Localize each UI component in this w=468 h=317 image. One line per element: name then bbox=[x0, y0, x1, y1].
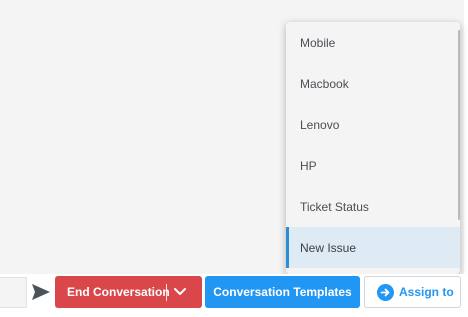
dropdown-item-ticket-status[interactable]: Ticket Status bbox=[286, 186, 460, 227]
end-conversation-menu-toggle[interactable] bbox=[172, 285, 188, 299]
templates-dropdown-menu[interactable]: Mobile Macbook Lenovo HP Ticket Status N… bbox=[286, 22, 460, 274]
dropdown-item-new-issue[interactable]: New Issue bbox=[286, 227, 460, 268]
dropdown-item-label: Macbook bbox=[300, 76, 349, 91]
dropdown-item-label: Mobile bbox=[300, 35, 336, 50]
assign-to-button[interactable]: Assign to bbox=[364, 276, 461, 308]
send-icon bbox=[32, 284, 50, 300]
conversation-templates-button[interactable]: Conversation Templates bbox=[205, 276, 360, 308]
dropdown-item-label: New Issue bbox=[300, 240, 357, 255]
dropdown-item-label: HP bbox=[300, 158, 317, 173]
assign-to-label: Assign to bbox=[399, 285, 454, 299]
button-divider bbox=[166, 284, 167, 301]
end-conversation-label: End Conversation bbox=[67, 285, 170, 299]
dropdown-item-macbook[interactable]: Macbook bbox=[286, 63, 460, 104]
end-conversation-button[interactable]: End Conversation bbox=[55, 276, 202, 308]
chevron-down-icon bbox=[174, 288, 186, 295]
message-input[interactable] bbox=[0, 277, 27, 308]
dropdown-item-hp[interactable]: HP bbox=[286, 145, 460, 186]
dropdown-item-mobile[interactable]: Mobile bbox=[286, 22, 460, 63]
dropdown-item-lenovo[interactable]: Lenovo bbox=[286, 104, 460, 145]
conversation-action-bar: End Conversation Conversation Templates … bbox=[0, 274, 468, 317]
send-button[interactable] bbox=[30, 281, 52, 303]
conversation-templates-label: Conversation Templates bbox=[213, 285, 352, 299]
arrow-right-circle-icon bbox=[377, 283, 394, 301]
dropdown-item-label: Ticket Status bbox=[300, 199, 369, 214]
dropdown-scrollbar[interactable] bbox=[458, 30, 460, 220]
dropdown-item-label: Lenovo bbox=[300, 117, 340, 132]
